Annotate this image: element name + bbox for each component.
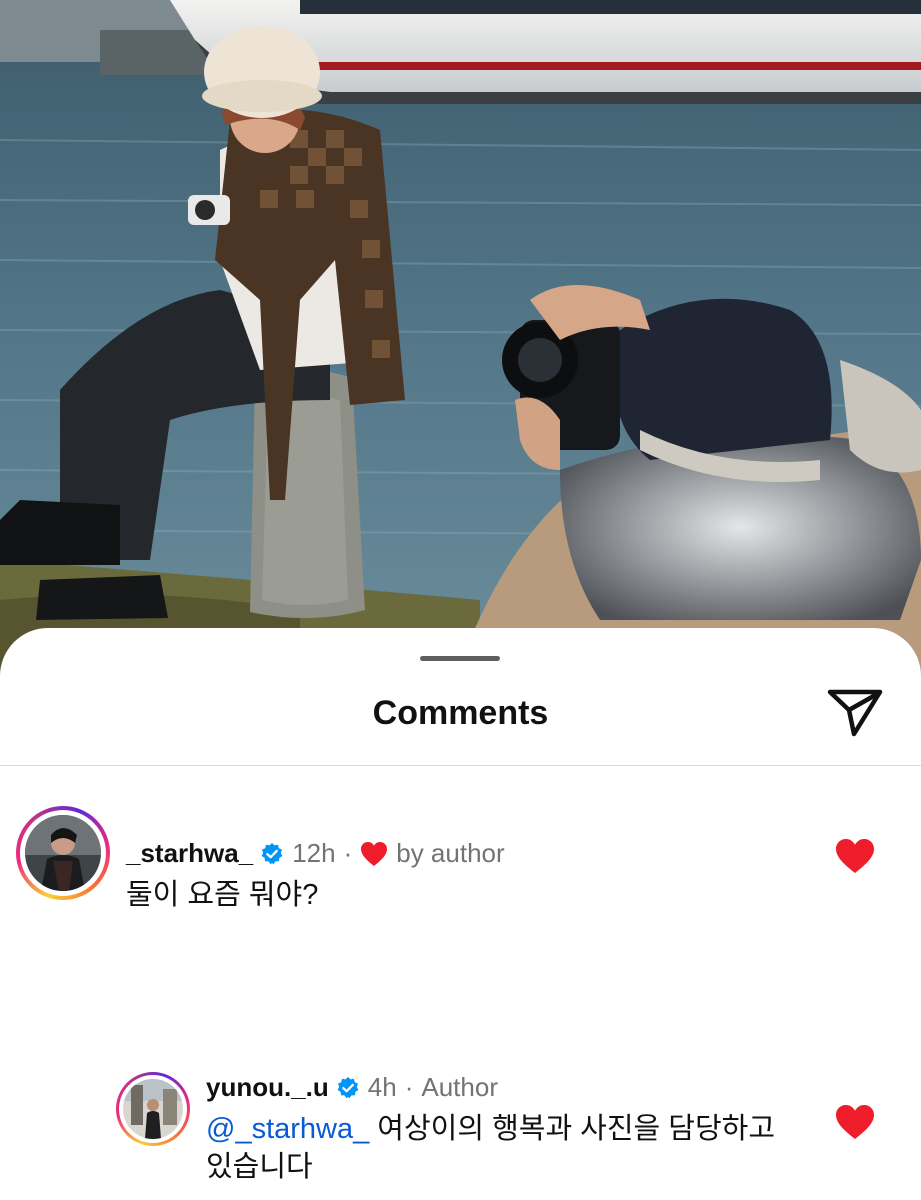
avatar[interactable] (116, 1072, 190, 1146)
verified-badge-icon (261, 842, 283, 864)
avatar-image (123, 1079, 183, 1139)
paper-plane-icon (827, 689, 883, 737)
comment-time: 12h (292, 838, 336, 868)
avatar-image (25, 815, 101, 891)
reply-username[interactable]: yunou._.u (206, 1072, 329, 1103)
post-photo-illustration (0, 0, 921, 700)
comment-meta: _starhwa_ 12h · by author (126, 838, 505, 869)
reply-text-line-1: @_starhwa_ 여상이의 행복과 사진을 담당하고 (206, 1110, 775, 1148)
liked-by-author-heart-icon (361, 841, 388, 866)
reply-item: yunou._.u 4h · Author @_starhwa_ 여상이의 행복… (0, 1068, 921, 1200)
mention-link[interactable]: @_starhwa_ (206, 1113, 369, 1145)
post-photo (0, 0, 921, 700)
meta-separator: · (343, 838, 353, 868)
like-button[interactable] (835, 838, 875, 874)
avatar[interactable] (16, 806, 110, 900)
share-button[interactable] (826, 686, 884, 738)
comment-item: _starhwa_ 12h · by author 둘이 요즘 뭐야? (0, 800, 921, 920)
meta-separator: · (404, 1072, 414, 1102)
comment-text: 둘이 요즘 뭐야? (126, 879, 319, 911)
header-divider (0, 765, 921, 766)
comments-sheet: Comments _starhwa_ 12h · by author 둘이 요즘… (0, 628, 921, 1200)
liked-by-author-label: by author (396, 838, 505, 868)
verified-badge-icon (337, 1076, 359, 1098)
reply-text-line-2: 있습니다 (206, 1151, 313, 1183)
reply-time: 4h (367, 1072, 397, 1102)
reply-text: 여상이의 행복과 사진을 담당하고 (369, 1113, 775, 1145)
sheet-drag-handle[interactable] (420, 656, 500, 661)
sheet-title: Comments (372, 694, 549, 732)
author-label: Author (421, 1072, 498, 1102)
comment-username[interactable]: _starhwa_ (126, 838, 253, 869)
reply-meta: yunou._.u 4h · Author (206, 1072, 498, 1103)
like-button[interactable] (835, 1104, 875, 1140)
